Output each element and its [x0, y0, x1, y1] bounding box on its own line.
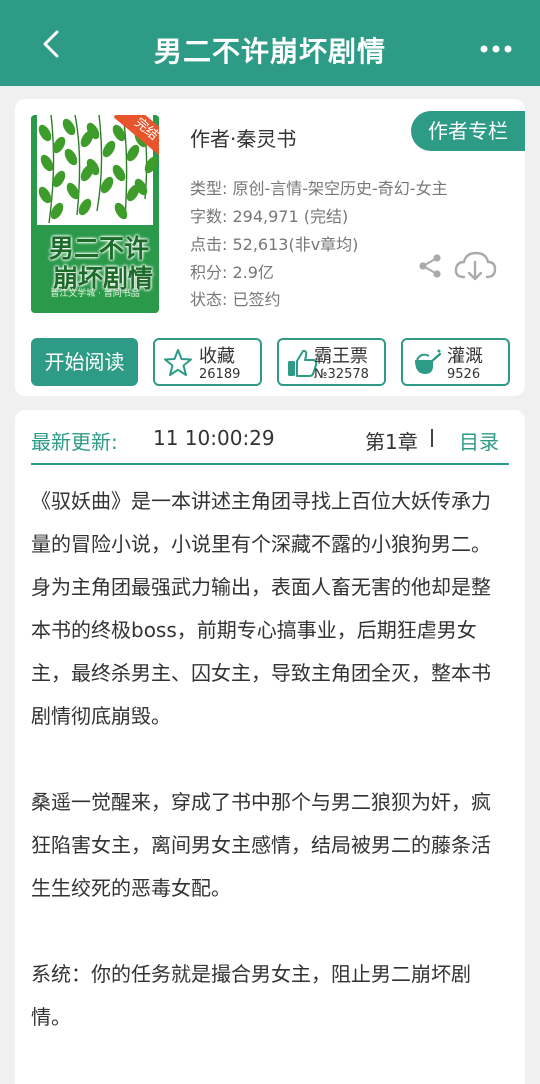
favorite-label: 收藏: [199, 346, 235, 367]
divider: [431, 429, 433, 447]
sign-status: 状态: 已签约: [190, 290, 281, 309]
divider-line: [31, 463, 509, 465]
bawang-count: №32578: [314, 367, 369, 382]
bawang-label: 霸王票: [314, 346, 368, 367]
page-title: 男二不许崩坏剧情: [153, 35, 386, 68]
latest-update-label: 最新更新:: [31, 430, 118, 454]
book-info-card: 完结 男二不许 崩坏剧情 晋江文学城 · 晋同书品 作者·秦灵书 作者专栏 类型…: [15, 99, 525, 396]
author-column-button[interactable]: 作者专栏: [411, 111, 525, 151]
irrigate-button[interactable]: 灌溉 9526: [401, 338, 510, 386]
latest-chapter-link[interactable]: 第1章: [365, 426, 418, 455]
description-paragraph: 桑遥一觉醒来，穿成了书中那个与男二狼狈为奸，疯狂陷害女主，离间男女主感情，结局被…: [31, 790, 491, 900]
favorite-count: 26189: [199, 367, 241, 382]
share-icon[interactable]: [417, 253, 443, 279]
top-app-bar: 男二不许崩坏剧情: [0, 0, 540, 86]
book-type: 类型: 原创-言情-架空历史-奇幻-女主: [190, 179, 448, 198]
latest-update-time: 11 10:00:29: [153, 426, 275, 450]
description-paragraph: 身为主角团最强武力输出，表面人畜无害的他却是整本书的终极boss，前期专心搞事业…: [31, 575, 491, 728]
book-description: 《驭妖曲》是一本讲述主角团寻找上百位大妖传承力量的冒险小说，小说里有个深藏不露的…: [31, 480, 509, 1039]
more-dots-icon[interactable]: [476, 34, 516, 64]
watering-can-icon: [415, 349, 442, 374]
description-paragraph: 系统：你的任务就是撮合男女主，阻止男二崩坏剧情。: [31, 962, 471, 1029]
word-count: 字数: 294,971 (完结): [190, 207, 349, 226]
start-reading-button[interactable]: 开始阅读: [31, 338, 138, 386]
score: 积分: 2.9亿: [190, 263, 274, 282]
irrigate-label: 灌溉: [447, 346, 483, 367]
cloud-download-icon[interactable]: [453, 249, 497, 283]
author-name[interactable]: 作者·秦灵书: [190, 123, 296, 152]
intro-card: 最新更新: 11 10:00:29 第1章 目录 《驭妖曲》是一本讲述主角团寻找…: [15, 410, 525, 1084]
star-icon: [164, 349, 192, 376]
book-cover[interactable]: 完结 男二不许 崩坏剧情 晋江文学城 · 晋同书品: [31, 115, 159, 313]
cover-publisher: 晋江文学城 · 晋同书品: [50, 289, 140, 299]
bawang-ticket-button[interactable]: 霸王票 №32578: [277, 338, 386, 386]
click-count: 点击: 52,613(非v章均): [190, 235, 359, 254]
favorite-button[interactable]: 收藏 26189: [153, 338, 262, 386]
table-of-contents-link[interactable]: 目录: [459, 426, 499, 455]
irrigate-count: 9526: [447, 367, 481, 382]
description-paragraph: 《驭妖曲》是一本讲述主角团寻找上百位大妖传承力量的冒险小说，小说里有个深藏不露的…: [31, 489, 491, 556]
